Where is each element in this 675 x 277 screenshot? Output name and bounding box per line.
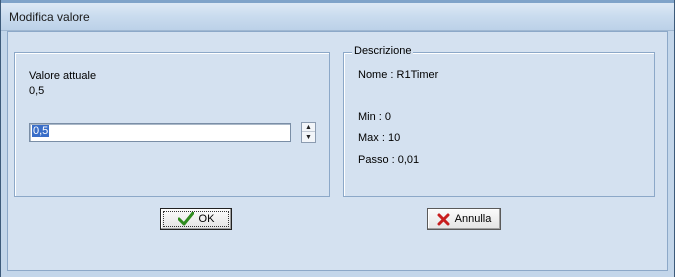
ok-button[interactable]: OK xyxy=(160,208,232,230)
description-name: Nome : R1Timer xyxy=(358,69,439,81)
description-max: Max : 10 xyxy=(358,132,401,144)
x-icon xyxy=(437,213,450,226)
input-selected-text: 0,5 xyxy=(32,125,50,137)
spin-down-icon[interactable]: ▼ xyxy=(302,133,315,142)
description-group: Descrizione Nome : R1Timer Min : 0 Max :… xyxy=(343,45,655,197)
window-title: Modifica valore xyxy=(9,10,90,24)
value-input[interactable]: 0,5 xyxy=(29,123,291,142)
description-min: Min : 0 xyxy=(358,111,392,123)
spin-up-icon[interactable]: ▲ xyxy=(302,123,315,132)
dialog-body: Valore attuale 0,5 0,5 ▲ ▼ Descrizione N… xyxy=(7,31,668,271)
description-legend: Descrizione xyxy=(352,45,414,57)
ok-button-label: OK xyxy=(198,213,215,225)
cancel-button-label: Annulla xyxy=(454,213,492,225)
cancel-button[interactable]: Annulla xyxy=(427,208,501,230)
current-value: 0,5 xyxy=(29,85,45,97)
description-step: Passo : 0,01 xyxy=(358,154,420,166)
value-panel: Valore attuale 0,5 0,5 ▲ ▼ xyxy=(14,52,330,197)
current-value-label: Valore attuale xyxy=(29,70,97,82)
value-spinner[interactable]: ▲ ▼ xyxy=(301,122,316,143)
check-icon xyxy=(177,212,194,226)
title-bar[interactable]: Modifica valore xyxy=(1,0,674,31)
dialog-window: Modifica valore Valore attuale 0,5 0,5 ▲… xyxy=(0,0,675,277)
